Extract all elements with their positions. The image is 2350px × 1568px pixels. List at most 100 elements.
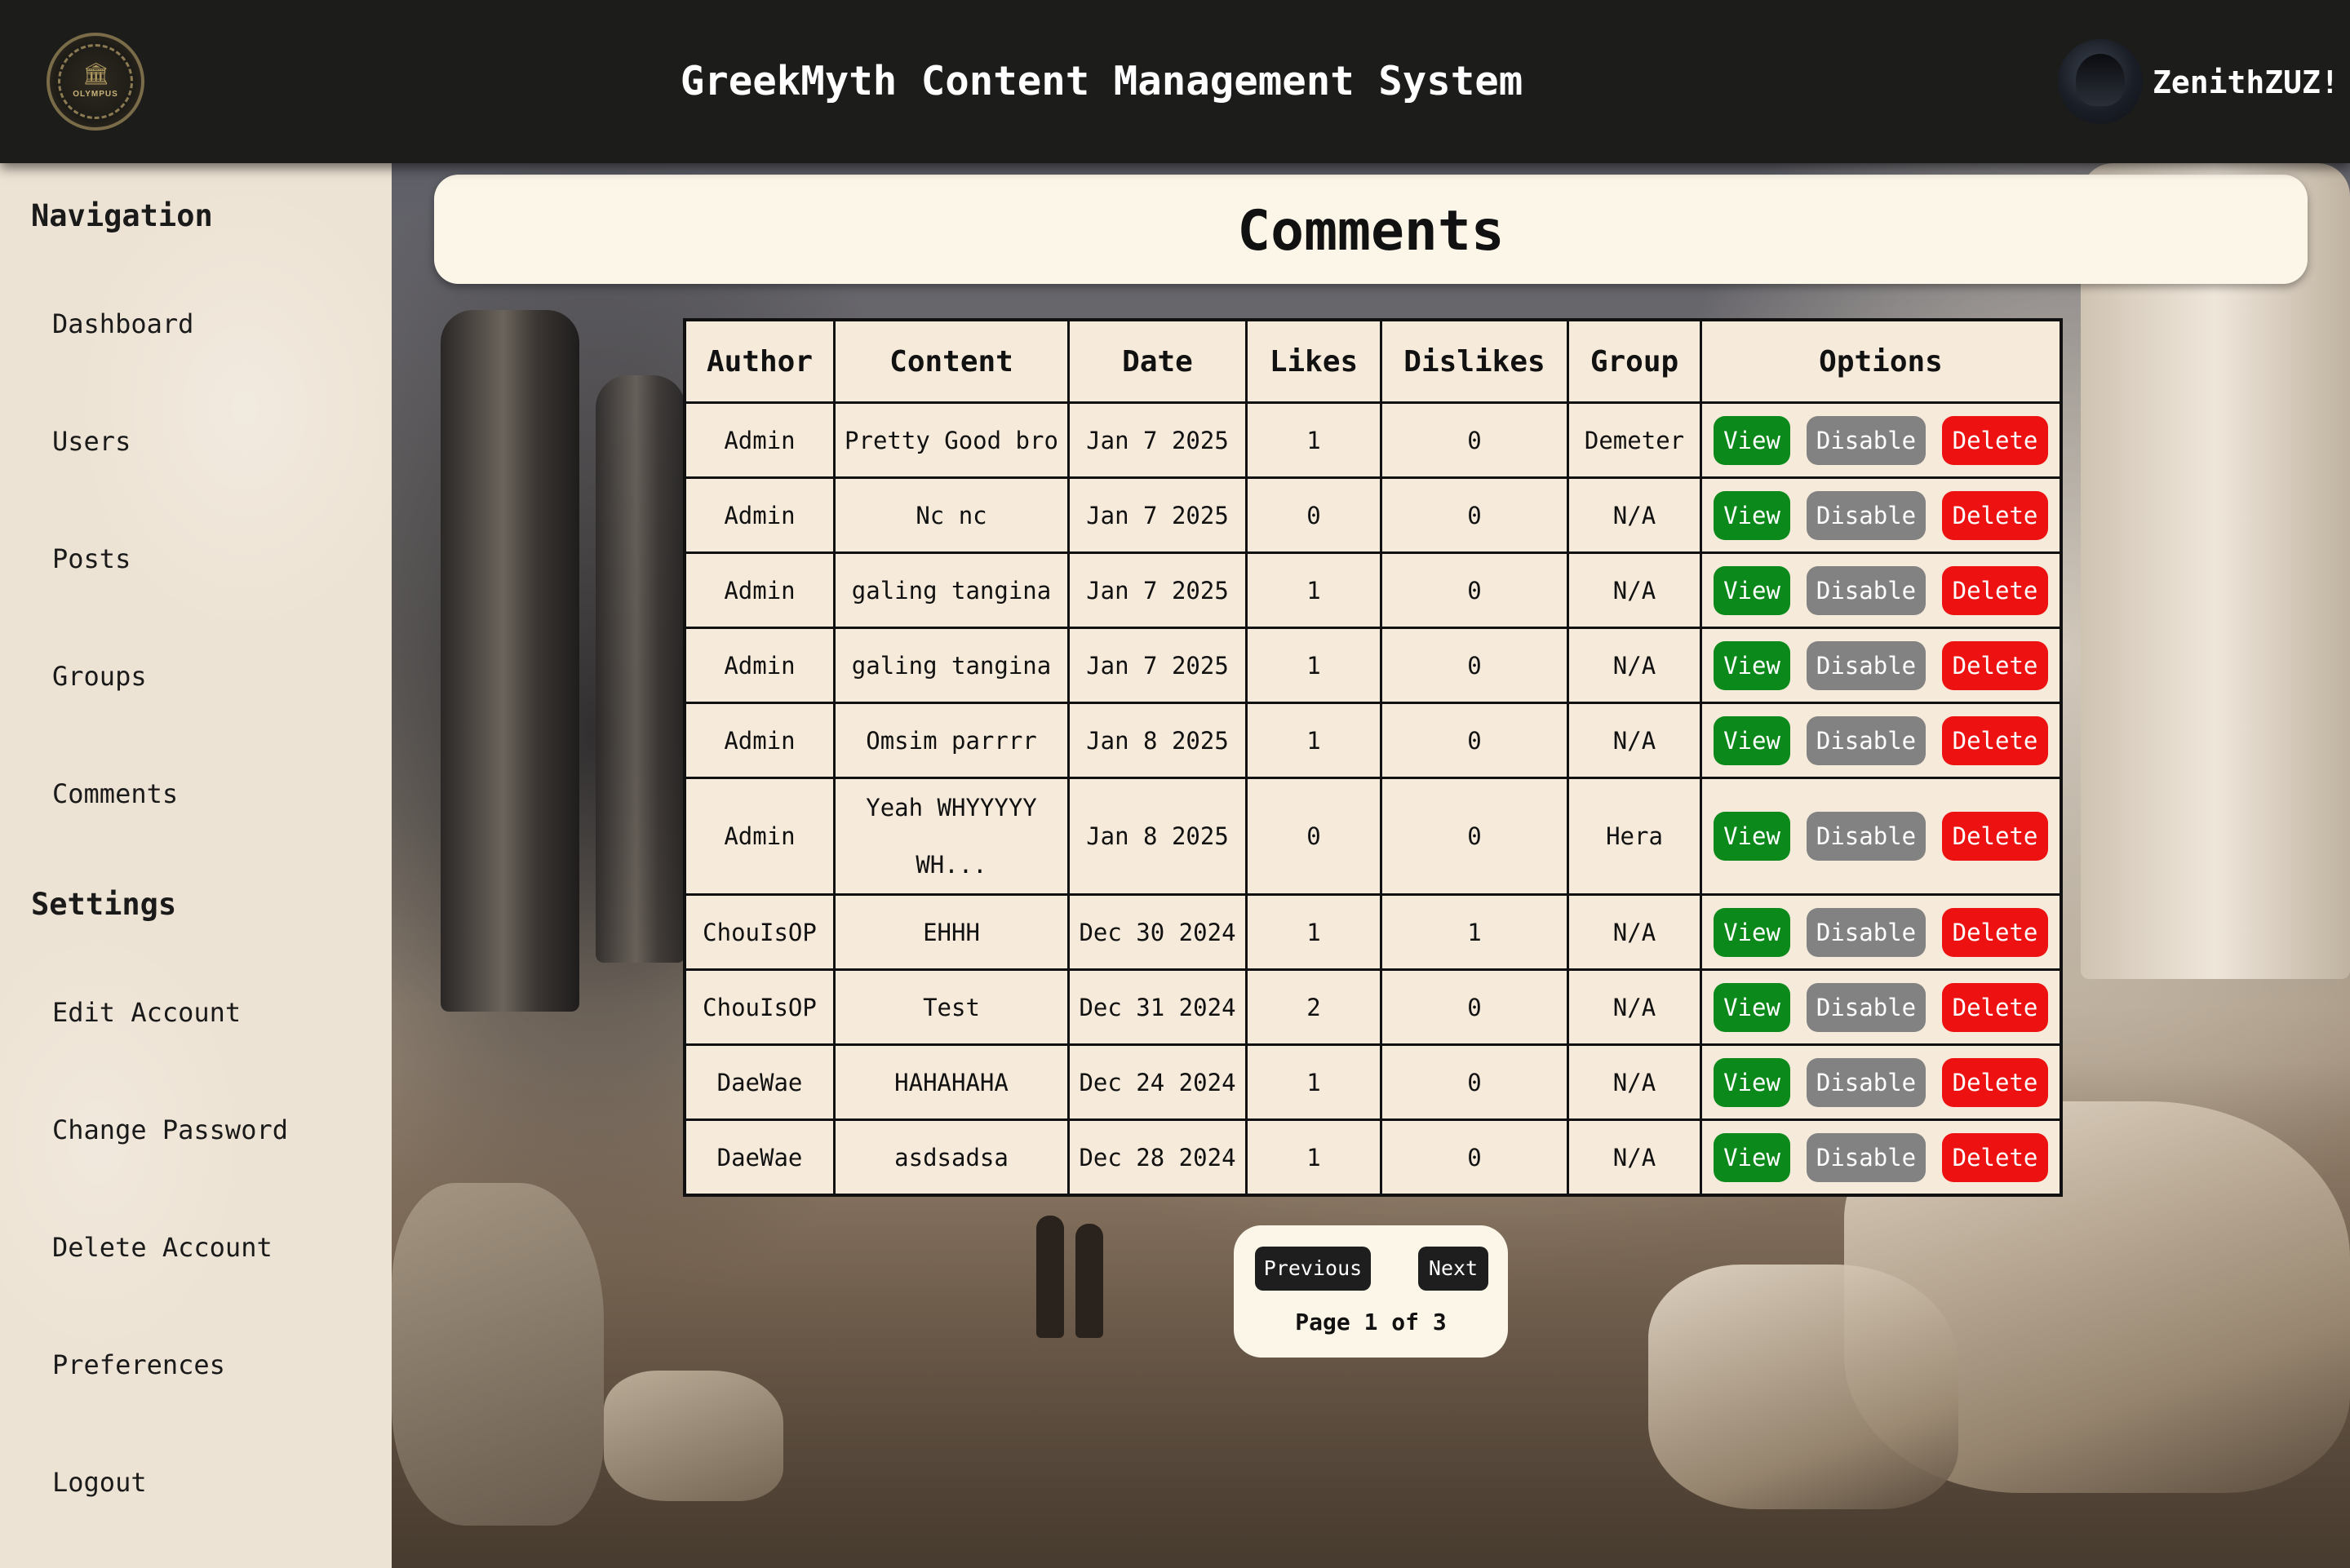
- view-button[interactable]: View: [1714, 1132, 1790, 1182]
- delete-button[interactable]: Delete: [1942, 565, 2048, 615]
- cell-dislikes: 1: [1380, 893, 1569, 971]
- cell-author: DaeWae: [683, 1043, 836, 1121]
- page-indicator: Page 1 of 3: [1295, 1309, 1447, 1335]
- navigation-heading: Navigation: [31, 198, 213, 233]
- cell-author: Admin: [683, 702, 836, 779]
- cell-likes: 1: [1245, 401, 1382, 479]
- disable-button[interactable]: Disable: [1807, 1132, 1926, 1182]
- cell-date: Jan 7 2025: [1067, 627, 1248, 704]
- view-button[interactable]: View: [1714, 490, 1790, 540]
- sidebar-item-dashboard[interactable]: Dashboard: [52, 303, 362, 344]
- sidebar-item-edit-account[interactable]: Edit Account: [52, 992, 362, 1033]
- sidebar-item-users[interactable]: Users: [52, 421, 362, 462]
- cell-group: N/A: [1567, 1043, 1702, 1121]
- pagination-panel: Previous Next Page 1 of 3: [1234, 1225, 1508, 1358]
- disable-button[interactable]: Disable: [1807, 982, 1926, 1032]
- cell-group: N/A: [1567, 968, 1702, 1046]
- disable-button[interactable]: Disable: [1807, 715, 1926, 765]
- delete-button[interactable]: Delete: [1942, 1057, 2048, 1107]
- cell-options: View Disable Delete: [1700, 702, 2063, 779]
- sidebar-item-delete-account[interactable]: Delete Account: [52, 1227, 362, 1268]
- top-header: 🏛 OLYMPUS GreekMyth Content Management S…: [0, 0, 2350, 163]
- table-row: Admin galing tangina Jan 7 2025 1 0 N/A …: [683, 627, 2063, 704]
- sidebar-item-groups[interactable]: Groups: [52, 656, 362, 697]
- disable-button[interactable]: Disable: [1807, 490, 1926, 540]
- user-avatar[interactable]: [2058, 39, 2143, 124]
- cell-content: Yeah WHYYYYY WH...: [833, 777, 1070, 896]
- sidebar-item-change-password[interactable]: Change Password: [52, 1110, 362, 1150]
- cell-options: View Disable Delete: [1700, 1043, 2063, 1121]
- delete-button[interactable]: Delete: [1942, 415, 2048, 465]
- cell-content: galing tangina: [833, 627, 1070, 704]
- cell-content: asdsadsa: [833, 1118, 1070, 1197]
- disable-button[interactable]: Disable: [1807, 1057, 1926, 1107]
- sidebar-item-logout[interactable]: Logout: [52, 1462, 362, 1503]
- comments-table-container: Author Content Date Likes Dislikes Group…: [683, 318, 2063, 1197]
- cell-content-line: Yeah WHYYYYY: [866, 794, 1037, 822]
- cell-content: galing tangina: [833, 551, 1070, 629]
- table-row: DaeWae asdsadsa Dec 28 2024 1 0 N/A View…: [683, 1118, 2063, 1197]
- cell-options: View Disable Delete: [1700, 551, 2063, 629]
- view-button[interactable]: View: [1714, 415, 1790, 465]
- cell-dislikes: 0: [1380, 702, 1569, 779]
- comments-table: Author Content Date Likes Dislikes Group…: [683, 318, 2063, 1197]
- view-button[interactable]: View: [1714, 640, 1790, 690]
- view-button[interactable]: View: [1714, 1057, 1790, 1107]
- sidebar-item-preferences[interactable]: Preferences: [52, 1344, 362, 1385]
- disable-button[interactable]: Disable: [1807, 640, 1926, 690]
- cell-author: ChouIsOP: [683, 968, 836, 1046]
- cell-content: Test: [833, 968, 1070, 1046]
- view-button[interactable]: View: [1714, 907, 1790, 957]
- sidebar: Navigation Dashboard Users Posts Groups …: [0, 163, 392, 1568]
- page-title-panel: Comments: [434, 175, 2308, 284]
- cell-dislikes: 0: [1380, 551, 1569, 629]
- delete-button[interactable]: Delete: [1942, 715, 2048, 765]
- cell-options: View Disable Delete: [1700, 968, 2063, 1046]
- table-header-row: Author Content Date Likes Dislikes Group…: [683, 318, 2063, 404]
- view-button[interactable]: View: [1714, 565, 1790, 615]
- cell-date: Jan 7 2025: [1067, 551, 1248, 629]
- sidebar-item-comments[interactable]: Comments: [52, 773, 362, 814]
- cell-group: N/A: [1567, 1118, 1702, 1197]
- sidebar-item-posts[interactable]: Posts: [52, 538, 362, 579]
- cell-dislikes: 0: [1380, 401, 1569, 479]
- delete-button[interactable]: Delete: [1942, 982, 2048, 1032]
- cell-date: Dec 31 2024: [1067, 968, 1248, 1046]
- disable-button[interactable]: Disable: [1807, 907, 1926, 957]
- cell-likes: 1: [1245, 551, 1382, 629]
- cell-likes: 1: [1245, 1043, 1382, 1121]
- cell-author: Admin: [683, 627, 836, 704]
- cell-options: View Disable Delete: [1700, 777, 2063, 896]
- cell-date: Dec 30 2024: [1067, 893, 1248, 971]
- view-button[interactable]: View: [1714, 812, 1790, 861]
- column-header-group: Group: [1567, 318, 1702, 404]
- column-header-dislikes: Dislikes: [1380, 318, 1569, 404]
- previous-page-button[interactable]: Previous: [1255, 1247, 1371, 1291]
- delete-button[interactable]: Delete: [1942, 907, 2048, 957]
- cell-content: Nc nc: [833, 476, 1070, 554]
- delete-button[interactable]: Delete: [1942, 640, 2048, 690]
- cell-author: Admin: [683, 401, 836, 479]
- cell-dislikes: 0: [1380, 1043, 1569, 1121]
- table-row: Admin Nc nc Jan 7 2025 0 0 N/A View Disa…: [683, 476, 2063, 554]
- next-page-button[interactable]: Next: [1418, 1247, 1488, 1291]
- table-row: ChouIsOP EHHH Dec 30 2024 1 1 N/A View D…: [683, 893, 2063, 971]
- olympus-logo-icon[interactable]: 🏛 OLYMPUS: [47, 33, 144, 131]
- view-button[interactable]: View: [1714, 982, 1790, 1032]
- column-header-date: Date: [1067, 318, 1248, 404]
- view-button[interactable]: View: [1714, 715, 1790, 765]
- cell-content: HAHAHAHA: [833, 1043, 1070, 1121]
- column-header-content: Content: [833, 318, 1070, 404]
- delete-button[interactable]: Delete: [1942, 490, 2048, 540]
- username-label[interactable]: ZenithZUZ!: [2153, 54, 2339, 111]
- delete-button[interactable]: Delete: [1942, 812, 2048, 861]
- column-header-likes: Likes: [1245, 318, 1382, 404]
- cell-dislikes: 0: [1380, 777, 1569, 896]
- disable-button[interactable]: Disable: [1807, 812, 1926, 861]
- cell-group: N/A: [1567, 551, 1702, 629]
- disable-button[interactable]: Disable: [1807, 565, 1926, 615]
- cell-date: Jan 8 2025: [1067, 777, 1248, 896]
- delete-button[interactable]: Delete: [1942, 1132, 2048, 1182]
- cell-date: Jan 7 2025: [1067, 401, 1248, 479]
- disable-button[interactable]: Disable: [1807, 415, 1926, 465]
